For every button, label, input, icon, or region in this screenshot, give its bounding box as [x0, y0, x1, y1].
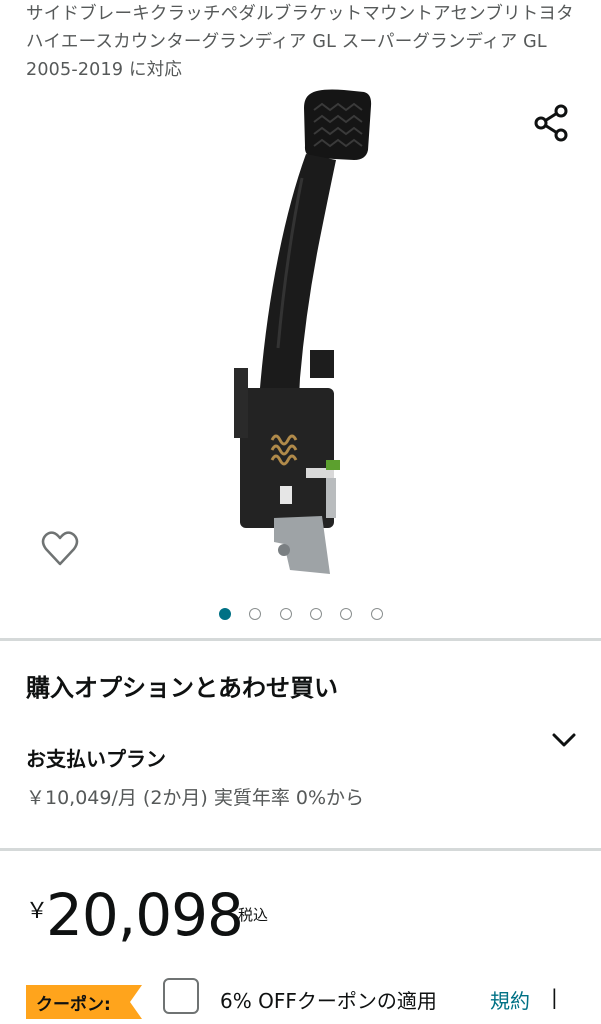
product-image[interactable]: [214, 88, 384, 580]
section-divider: [0, 848, 601, 851]
carousel-dot[interactable]: [219, 608, 231, 620]
price-currency: ￥: [26, 899, 49, 924]
payment-plan-title: お支払いプラン: [26, 747, 166, 771]
carousel-dot[interactable]: [310, 608, 322, 620]
image-carousel-indicator: [0, 608, 601, 626]
carousel-dot[interactable]: [280, 608, 292, 620]
carousel-dot[interactable]: [249, 608, 261, 620]
section-divider: [0, 638, 601, 641]
carousel-dot[interactable]: [340, 608, 352, 620]
payment-plan-detail: ￥10,049/月 (2か月) 実質年率 0%から: [26, 787, 365, 809]
chevron-down-icon[interactable]: [550, 728, 578, 752]
share-button[interactable]: [532, 103, 570, 143]
carousel-dot[interactable]: [371, 608, 383, 620]
purchase-options-heading: 購入オプションとあわせ買い: [26, 674, 338, 702]
clutch-pedal-image: [234, 89, 372, 574]
wishlist-button[interactable]: [40, 529, 80, 569]
heart-icon: [41, 531, 79, 566]
coupon-checkbox[interactable]: [163, 978, 199, 1014]
coupon-text: 6% OFFクーポンの適用: [220, 989, 437, 1013]
product-title: サイドブレーキクラッチペダルブラケットマウントアセンブリトヨタハイエースカウンタ…: [26, 4, 574, 80]
share-icon: [534, 104, 568, 142]
price-amount: 20,098: [46, 881, 244, 949]
separator: |: [551, 985, 558, 1009]
coupon-badge-label: クーポン:: [36, 995, 111, 1015]
coupon-badge: クーポン:: [26, 985, 142, 1019]
tax-label: 税込: [238, 906, 269, 924]
coupon-terms-link[interactable]: 規約: [490, 985, 530, 1014]
